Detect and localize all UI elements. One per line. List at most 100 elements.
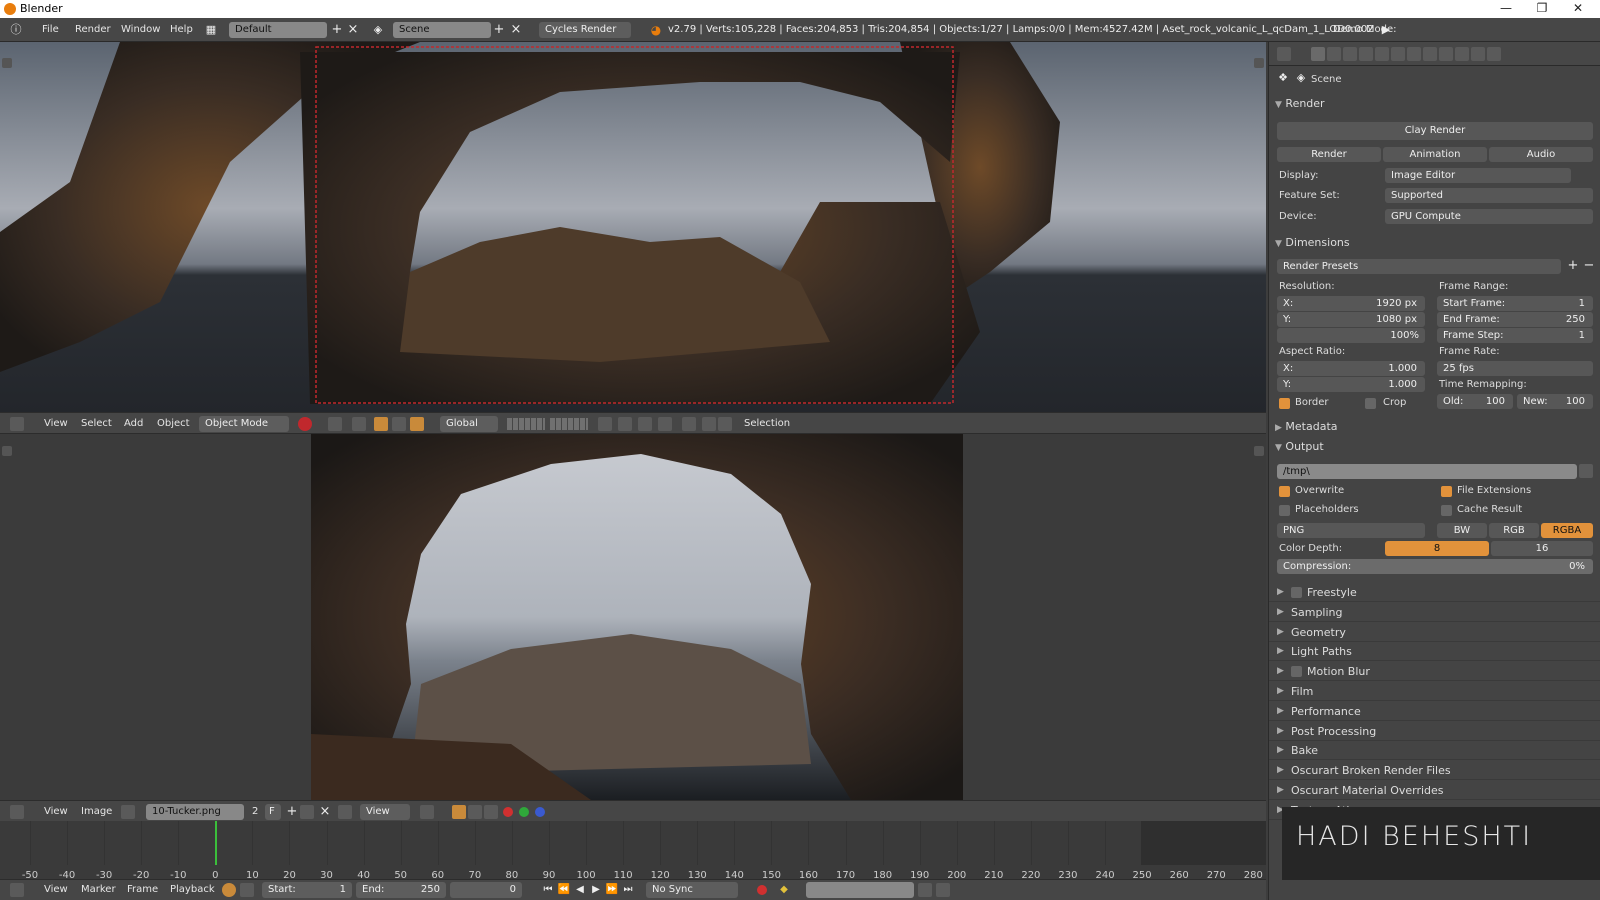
menu-add[interactable]: Add bbox=[124, 418, 143, 429]
file-extensions-checkbox[interactable] bbox=[1441, 486, 1452, 497]
display-select[interactable]: Image Editor bbox=[1385, 168, 1571, 183]
image-users-count[interactable]: 2 bbox=[252, 806, 258, 817]
device-select[interactable]: GPU Compute bbox=[1385, 209, 1593, 224]
output-panel-header[interactable]: ▼ Output bbox=[1275, 440, 1324, 453]
remove-screen-icon[interactable]: × bbox=[345, 22, 361, 38]
pivot-point-icon[interactable] bbox=[420, 805, 434, 819]
panel-header-light-paths[interactable]: ▶ Light Paths bbox=[1269, 642, 1600, 662]
audio-button[interactable]: Audio bbox=[1489, 147, 1593, 162]
dimensions-panel-header[interactable]: ▼ Dimensions bbox=[1275, 236, 1350, 249]
auto-keying-icon[interactable] bbox=[757, 885, 767, 895]
render-engine-select[interactable]: Cycles Render bbox=[539, 22, 631, 38]
menu-object[interactable]: Object bbox=[157, 418, 190, 429]
menu-window[interactable]: Window bbox=[121, 24, 160, 35]
timeline-menu-view[interactable]: View bbox=[44, 884, 68, 895]
panel-header-geometry[interactable]: ▶ Geometry bbox=[1269, 623, 1600, 642]
snap-icon[interactable] bbox=[352, 417, 366, 431]
image-menu-image[interactable]: Image bbox=[81, 806, 112, 817]
render-button[interactable]: Render bbox=[1277, 147, 1381, 162]
frame-rate-select[interactable]: 25 fps bbox=[1437, 361, 1593, 376]
image-name-field[interactable]: 10-Tucker.png bbox=[146, 804, 244, 820]
texture-tab-icon[interactable] bbox=[1455, 47, 1469, 61]
aspect-y-field[interactable]: Y: 1.000 bbox=[1277, 377, 1425, 392]
proportional-edit-icon[interactable] bbox=[618, 417, 632, 431]
pin-image-icon[interactable] bbox=[338, 805, 352, 819]
render-border-icon[interactable] bbox=[718, 417, 732, 431]
metadata-panel-header[interactable]: ▶ Metadata bbox=[1275, 420, 1338, 433]
3d-viewport[interactable] bbox=[0, 42, 1266, 412]
screen-layout-icon[interactable]: ▦ bbox=[203, 22, 219, 38]
modifiers-tab-icon[interactable] bbox=[1407, 47, 1421, 61]
sync-mode-select[interactable]: No Sync bbox=[646, 882, 738, 898]
folder-icon[interactable] bbox=[1579, 464, 1593, 478]
fake-user-toggle[interactable]: F bbox=[265, 804, 281, 820]
info-editor-icon[interactable]: ⓘ bbox=[8, 22, 24, 38]
image-toolshelf-toggle[interactable] bbox=[2, 446, 12, 456]
data-tab-icon[interactable] bbox=[1423, 47, 1437, 61]
clay-render-toggle[interactable]: Clay Render bbox=[1277, 122, 1593, 140]
end-frame-property[interactable]: End Frame: 250 bbox=[1437, 312, 1593, 327]
timeline-menu-frame[interactable]: Frame bbox=[127, 884, 158, 895]
placeholders-checkbox[interactable] bbox=[1279, 505, 1290, 516]
menu-render[interactable]: Render bbox=[75, 24, 111, 35]
add-screen-icon[interactable]: + bbox=[329, 22, 345, 38]
demo-play-icon[interactable]: ▶ bbox=[1378, 22, 1394, 38]
panel-header-sampling[interactable]: ▶ Sampling bbox=[1269, 603, 1600, 622]
remove-scene-icon[interactable]: × bbox=[508, 22, 524, 38]
timeline-menu-marker[interactable]: Marker bbox=[81, 884, 116, 895]
add-preset-icon[interactable]: + bbox=[1565, 258, 1581, 274]
particles-tab-icon[interactable] bbox=[1471, 47, 1485, 61]
resolution-percent-field[interactable]: 100% bbox=[1277, 328, 1425, 343]
opengl-anim-icon[interactable] bbox=[702, 417, 716, 431]
animation-button[interactable]: Animation bbox=[1383, 147, 1487, 162]
pivot-icon[interactable] bbox=[328, 417, 342, 431]
color-mode-bw[interactable]: BW bbox=[1437, 523, 1487, 538]
menu-file[interactable]: File bbox=[42, 24, 59, 35]
menu-view[interactable]: View bbox=[44, 418, 68, 429]
close-icon[interactable]: ✕ bbox=[1564, 1, 1592, 15]
current-frame-field[interactable]: 0 bbox=[450, 882, 522, 898]
restore-icon[interactable]: ❐ bbox=[1528, 1, 1556, 15]
play-icon[interactable]: ▶ bbox=[588, 882, 604, 898]
render-tab-icon[interactable] bbox=[1311, 47, 1325, 61]
menu-select[interactable]: Select bbox=[81, 418, 112, 429]
physics-tab-icon[interactable] bbox=[1487, 47, 1501, 61]
play-reverse-icon[interactable]: ◀ bbox=[572, 882, 588, 898]
time-remap-old-field[interactable]: Old: 100 bbox=[1437, 394, 1513, 409]
start-frame-property[interactable]: Start Frame: 1 bbox=[1437, 296, 1593, 311]
properties-toggle[interactable] bbox=[1254, 58, 1264, 68]
panel-enable-checkbox[interactable] bbox=[1291, 666, 1302, 678]
jump-keyframe-forward-icon[interactable]: ⏩ bbox=[604, 882, 620, 898]
scene-icon[interactable]: ◈ bbox=[370, 22, 386, 38]
image-editor-type-icon[interactable] bbox=[10, 805, 24, 819]
blue-channel-icon[interactable] bbox=[535, 807, 545, 817]
timeline-menu-playback[interactable]: Playback bbox=[170, 884, 215, 895]
panel-header-oscurart-broken-render-files[interactable]: ▶ Oscurart Broken Render Files bbox=[1269, 761, 1600, 781]
lock-range-icon[interactable] bbox=[240, 883, 254, 897]
color-depth-8[interactable]: 8 bbox=[1385, 541, 1489, 556]
manipulator-translate-icon[interactable] bbox=[374, 417, 388, 431]
new-image-icon[interactable]: + bbox=[284, 804, 300, 820]
keyframe-icon[interactable]: ◆ bbox=[776, 882, 792, 898]
layers-grid-b[interactable] bbox=[550, 418, 588, 430]
timeline-editor[interactable]: -50 -40 -30 -20 -10 0 10 20 30 40 50 60 70 80 90 100 110… bbox=[0, 821, 1266, 881]
unlink-image-icon[interactable]: × bbox=[317, 804, 333, 820]
object-tab-icon[interactable] bbox=[1375, 47, 1389, 61]
z-buffer-icon[interactable] bbox=[484, 805, 498, 819]
image-view-select[interactable]: View bbox=[360, 804, 410, 820]
feature-set-select[interactable]: Supported bbox=[1385, 188, 1593, 203]
scene-field[interactable]: Scene bbox=[393, 22, 491, 38]
cache-result-checkbox[interactable] bbox=[1441, 505, 1452, 516]
color-mode-rgba[interactable]: RGBA bbox=[1541, 523, 1593, 538]
crop-checkbox[interactable] bbox=[1365, 398, 1376, 409]
opengl-render-icon[interactable] bbox=[682, 417, 696, 431]
panel-header-post-processing[interactable]: ▶ Post Processing bbox=[1269, 722, 1600, 741]
render-layer-icon[interactable] bbox=[598, 417, 612, 431]
time-remap-new-field[interactable]: New: 100 bbox=[1517, 394, 1593, 409]
overwrite-checkbox[interactable] bbox=[1279, 486, 1290, 497]
panel-header-bake[interactable]: ▶ Bake bbox=[1269, 741, 1600, 761]
keying-set-field[interactable] bbox=[806, 882, 914, 898]
minimize-icon[interactable]: — bbox=[1492, 1, 1520, 15]
image-properties-toggle[interactable] bbox=[1254, 446, 1264, 456]
properties-editor-type-icon[interactable] bbox=[1277, 47, 1291, 61]
